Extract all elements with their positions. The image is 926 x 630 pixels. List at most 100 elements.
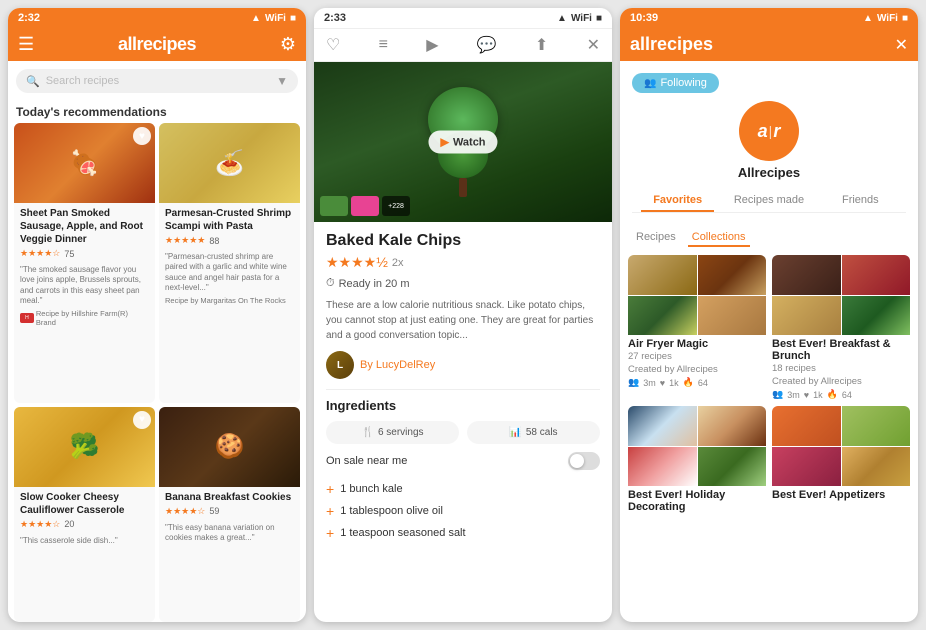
search-placeholder: Search recipes <box>46 75 119 87</box>
profile-top: 👥 Following a | r Allrecipes Favorites R… <box>620 61 918 221</box>
section-title-recommendations: Today's recommendations <box>8 101 306 123</box>
gear-icon[interactable]: ⚙ <box>280 34 296 55</box>
recipe-card-3[interactable]: 🥦 ♥ Slow Cooker Cheesy Cauliflower Casse… <box>14 407 155 622</box>
brand-logo-1: H <box>20 313 34 323</box>
collection-card-3[interactable]: Best Ever! Holiday Decorating <box>628 406 766 514</box>
rating-3: 20 <box>64 519 74 529</box>
tab-favorites[interactable]: Favorites <box>632 188 723 212</box>
sub-tab-recipes[interactable]: Recipes <box>632 229 680 247</box>
phone-1: 2:32 ▲ WiFi ■ ☰ allrecipes ⚙ 🔍 Search re… <box>8 8 306 622</box>
rating-4: 59 <box>209 506 219 516</box>
sub-tab-collections[interactable]: Collections <box>688 229 750 247</box>
recipe-description: These are a low calorie nutritious snack… <box>326 298 600 343</box>
coll-img-1b <box>698 255 767 295</box>
share-nav-icon[interactable]: ⬆ <box>535 35 548 55</box>
status-icons-2: ▲ WiFi ■ <box>557 13 602 24</box>
flame-stat-2: 64 <box>842 390 852 400</box>
close-nav-icon[interactable]: ✕ <box>587 35 600 55</box>
signal-icon-2: ▲ <box>557 13 567 24</box>
close-icon-3[interactable]: ✕ <box>895 35 908 55</box>
recipe-name-2: Parmesan-Crusted Shrimp Scampi with Past… <box>165 207 294 233</box>
coll-img-1d <box>698 296 767 336</box>
collection-meta-1: 27 recipes <box>628 351 766 362</box>
ingredient-3: + 1 teaspoon seasoned salt <box>326 522 600 544</box>
tab-recipes-made[interactable]: Recipes made <box>723 188 814 212</box>
recipe-name-4: Banana Breakfast Cookies <box>165 491 294 504</box>
sale-label: On sale near me <box>326 455 407 467</box>
author-avatar: L <box>326 351 354 379</box>
collection-card-2[interactable]: Best Ever! Breakfast & Brunch 18 recipes… <box>772 255 910 400</box>
collection-name-4: Best Ever! Appetizers <box>772 486 910 502</box>
status-bar-2: 2:33 ▲ WiFi ■ <box>314 8 612 29</box>
rating-row-2: ★★★★½ 2x <box>326 254 600 271</box>
time-1: 2:32 <box>18 12 40 24</box>
search-icon: 🔍 <box>26 75 40 88</box>
signal-icon: ▲ <box>251 13 261 24</box>
heart-icon-3[interactable]: ♥ <box>133 411 151 429</box>
recipe-info-4: Banana Breakfast Cookies ★★★★☆ 59 "This … <box>159 487 300 550</box>
people-stat: 3m <box>643 378 656 388</box>
collection-imgs-4 <box>772 406 910 486</box>
allrecipes-logo-3: allrecipes <box>630 34 713 55</box>
allrecipes-logo-1: allrecipes <box>118 34 196 55</box>
phone-2: 2:33 ▲ WiFi ■ ♡ ≡ ▶ 💬 ⬆ ✕ ▶ Watch <box>314 8 612 622</box>
signal-icon-3: ▲ <box>863 13 873 24</box>
ingredient-1: + 1 bunch kale <box>326 478 600 500</box>
tab-friends[interactable]: Friends <box>815 188 906 212</box>
list-nav-icon[interactable]: ≡ <box>379 36 388 54</box>
ingredient-2: + 1 tablespoon olive oil <box>326 500 600 522</box>
ingredient-text-1: 1 bunch kale <box>340 483 402 495</box>
calories-button[interactable]: 📊 58 cals <box>467 421 600 444</box>
servings-label: 6 servings <box>378 427 424 438</box>
desc-2: "Parmesan-crusted shrimp are paired with… <box>165 252 294 294</box>
heart-nav-icon[interactable]: ♡ <box>326 35 340 55</box>
coll-img-2b <box>842 255 911 295</box>
flame-stat-icon-2: 🔥 <box>827 389 838 400</box>
phone3-content: 👥 Following a | r Allrecipes Favorites R… <box>620 61 918 622</box>
recipe-name-3: Slow Cooker Cheesy Cauliflower Casserole <box>20 491 149 517</box>
following-button[interactable]: 👥 Following <box>632 73 719 93</box>
desc-4: "This easy banana variation on cookies m… <box>165 523 294 544</box>
collection-creator-2: Created by Allrecipes <box>772 376 910 387</box>
stars-2: ★★★★★ <box>165 235 205 246</box>
coll-img-3c <box>628 447 697 487</box>
sub-tabs: Recipes Collections <box>620 221 918 255</box>
play-nav-icon[interactable]: ▶ <box>426 35 438 55</box>
stars-1: ★★★★☆ <box>20 248 60 259</box>
recipe-rating-count: 2x <box>392 257 404 269</box>
ingredients-section: Ingredients 🍴 6 servings 📊 58 cals On sa… <box>326 389 600 544</box>
recipe-card-2[interactable]: 🍝 Parmesan-Crusted Shrimp Scampi with Pa… <box>159 123 300 403</box>
search-bar[interactable]: 🔍 Search recipes ▼ <box>16 69 298 93</box>
cals-icon: 📊 <box>509 427 521 438</box>
collection-card-1[interactable]: Air Fryer Magic 27 recipes Created by Al… <box>628 255 766 400</box>
author-name: By LucyDelRey <box>360 359 435 371</box>
phone-3: 10:39 ▲ WiFi ■ allrecipes ✕ 👥 Following … <box>620 8 918 622</box>
heart-icon-1[interactable]: ♥ <box>133 127 151 145</box>
people-icon: 👥 <box>644 78 656 89</box>
brand-2: Recipe by Margaritas On The Rocks <box>165 296 294 305</box>
rating-1: 75 <box>64 249 74 259</box>
watch-button[interactable]: ▶ Watch <box>428 131 497 154</box>
coll-img-1c <box>628 296 697 336</box>
servings-button[interactable]: 🍴 6 servings <box>326 421 459 444</box>
recipe-stars: ★★★★½ <box>326 254 388 271</box>
recipe-card-4[interactable]: 🍪 Banana Breakfast Cookies ★★★★☆ 59 "Thi… <box>159 407 300 622</box>
thumb-2 <box>351 196 379 216</box>
chat-nav-icon[interactable]: 💬 <box>477 35 497 55</box>
recipe-title: Baked Kale Chips <box>326 232 600 250</box>
sale-toggle[interactable] <box>568 452 600 470</box>
collection-card-4[interactable]: Best Ever! Appetizers <box>772 406 910 514</box>
recipe-card-1[interactable]: 🍖 ♥ Sheet Pan Smoked Sausage, Apple, and… <box>14 123 155 403</box>
coll-img-4c <box>772 447 841 487</box>
time-3: 10:39 <box>630 12 658 24</box>
recipe-info-3: Slow Cooker Cheesy Cauliflower Casserole… <box>14 487 155 552</box>
ingredient-text-2: 1 tablespoon olive oil <box>340 505 443 517</box>
coll-img-2a <box>772 255 841 295</box>
recipe-info-1: Sheet Pan Smoked Sausage, Apple, and Roo… <box>14 203 155 333</box>
hamburger-icon[interactable]: ☰ <box>18 34 34 55</box>
like-stat-2: 1k <box>813 390 823 400</box>
ingredients-title: Ingredients <box>326 398 600 413</box>
people-stat-icon: 👥 <box>628 377 639 388</box>
coll-img-3a <box>628 406 697 446</box>
people-stat-icon-2: 👥 <box>772 389 783 400</box>
